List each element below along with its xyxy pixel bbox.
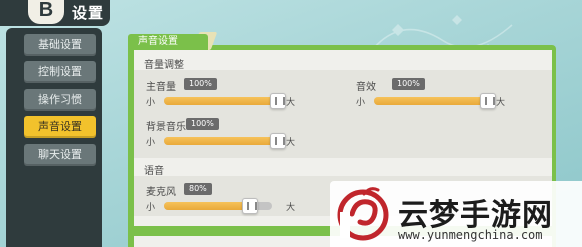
min-label: 小 [146,203,156,213]
slider-label-sfx: 音效 [356,82,376,93]
min-label: 小 [146,138,156,148]
slider-label-microphone: 麦克风 [146,187,176,198]
microphone-volume-slider[interactable] [164,198,272,214]
sidebar-item-basic[interactable]: 基础设置 [24,34,96,56]
value-badge-sfx: 100% [392,78,425,90]
tab-sound-settings: 声音设置 [128,34,208,50]
microphone-volume-fill [164,202,251,210]
header-bar: B 设置 [0,0,110,26]
max-label: 大 [496,98,506,108]
sidebar-item-sound[interactable]: 声音设置 [24,116,96,138]
sidebar-item-chat[interactable]: 聊天设置 [24,144,96,166]
min-label: 小 [146,98,156,108]
sidebar-item-habits[interactable]: 操作习惯 [24,89,96,111]
sfx-volume-thumb[interactable] [480,93,496,109]
bgm-volume-fill [164,137,278,145]
sfx-volume-fill [374,97,488,105]
slider-label-master: 主音量 [146,82,176,93]
value-badge-master: 100% [184,78,217,90]
bgm-volume-slider[interactable] [164,133,286,149]
sidebar-item-controls[interactable]: 控制设置 [24,61,96,83]
page-title: 设置 [72,4,105,22]
max-label: 大 [286,203,296,213]
sfx-volume-slider[interactable] [374,93,496,109]
master-volume-fill [164,97,278,105]
watermark-logo-icon [337,187,389,241]
slider-label-bgm: 背景音乐 [146,122,186,133]
max-label: 大 [286,98,296,108]
value-badge-microphone: 80% [184,183,212,195]
section-title-voice: 语音 [144,166,164,177]
min-label: 小 [356,98,366,108]
value-badge-bgm: 100% [186,118,219,130]
max-label: 大 [286,138,296,148]
watermark-url: www.yunmengchina.com [398,228,543,242]
section-title-volume: 音量调整 [144,60,184,71]
master-volume-slider[interactable] [164,93,286,109]
microphone-volume-thumb[interactable] [242,198,259,214]
game-logo: B [28,0,64,24]
master-volume-thumb[interactable] [270,93,286,109]
settings-sidebar: 基础设置 控制设置 操作习惯 声音设置 聊天设置 [6,28,102,247]
bgm-volume-thumb[interactable] [270,133,286,149]
